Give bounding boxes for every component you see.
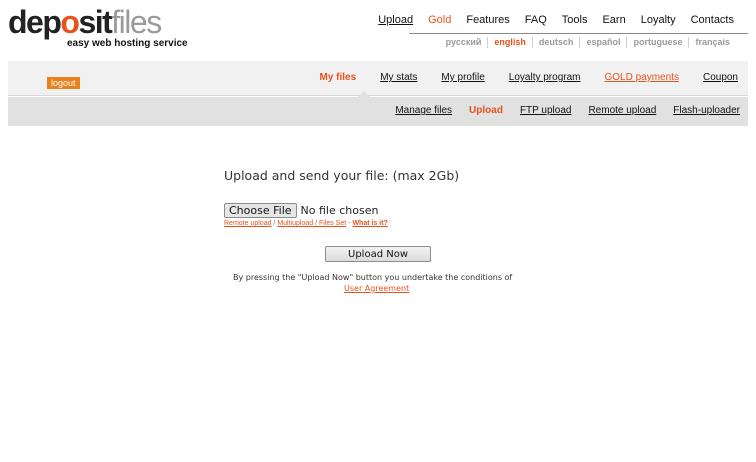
top-nav-faq[interactable]: FAQ [525,14,547,26]
top-nav-contacts[interactable]: Contacts [691,14,734,26]
menu-my-profile[interactable]: My profile [441,72,484,83]
account-menu: My files My stats My profile Loyalty pro… [296,72,739,83]
lang-espanol[interactable]: español [579,37,626,48]
upload-options-links: Remote upload / Multiupload / Files Set … [224,220,388,227]
submenu-manage-files[interactable]: Manage files [395,105,452,116]
multiupload-link[interactable]: Multiupload / Files Set [277,220,346,227]
lang-russian[interactable]: русский [440,37,488,48]
lang-portuguese[interactable]: portuguese [626,37,688,48]
site-logo[interactable]: depositfiles easy web hosting service [8,4,188,50]
submenu-flash-uploader[interactable]: Flash-uploader [673,105,740,116]
language-selector: русский english deutsch español portugue… [440,37,736,48]
submenu-upload[interactable]: Upload [469,105,503,116]
choose-file-button[interactable]: Choose File [224,203,297,218]
top-nav-upload[interactable]: Upload [378,14,413,26]
menu-my-files[interactable]: My files [320,72,357,83]
logo-tagline: easy web hosting service [67,38,188,49]
lang-english[interactable]: english [487,37,532,48]
file-input: Choose File No file chosen [224,203,378,218]
what-is-it-link[interactable]: What is it? [352,220,387,227]
menu-my-stats[interactable]: My stats [380,72,417,83]
agreement-text: By pressing the "Upload Now" button you … [233,273,513,282]
lang-deutsch[interactable]: deutsch [531,37,580,48]
top-nav-loyalty[interactable]: Loyalty [641,14,676,26]
menu-gold-payments[interactable]: GOLD payments [604,72,678,83]
menu-coupon[interactable]: Coupon [703,72,738,83]
top-nav-divider [409,33,748,34]
logo-wordmark: depositfiles [8,4,162,40]
remote-upload-link[interactable]: Remote upload [224,220,271,227]
upload-heading: Upload and send your file: (max 2Gb) [224,168,460,183]
user-agreement-link[interactable]: User Agreement [344,284,409,293]
lang-francais[interactable]: français [688,37,736,48]
logout-button[interactable]: logout [47,77,80,89]
upload-now-button[interactable]: Upload Now [325,246,431,262]
account-menu-bar: logout My files My stats My profile Loya… [8,61,748,96]
menu-loyalty-program[interactable]: Loyalty program [509,72,581,83]
submenu-ftp-upload[interactable]: FTP upload [520,105,572,116]
top-nav-gold[interactable]: Gold [428,14,451,26]
top-nav-tools[interactable]: Tools [562,14,588,26]
top-nav-earn[interactable]: Earn [602,14,625,26]
submenu-remote-upload[interactable]: Remote upload [588,105,656,116]
top-nav-features[interactable]: Features [466,14,509,26]
no-file-label: No file chosen [300,204,379,217]
files-submenu-bar: Manage files Upload FTP upload Remote up… [8,97,748,126]
files-submenu: Manage files Upload FTP upload Remote up… [378,105,740,116]
top-nav: Upload Gold Features FAQ Tools Earn Loya… [363,14,734,26]
